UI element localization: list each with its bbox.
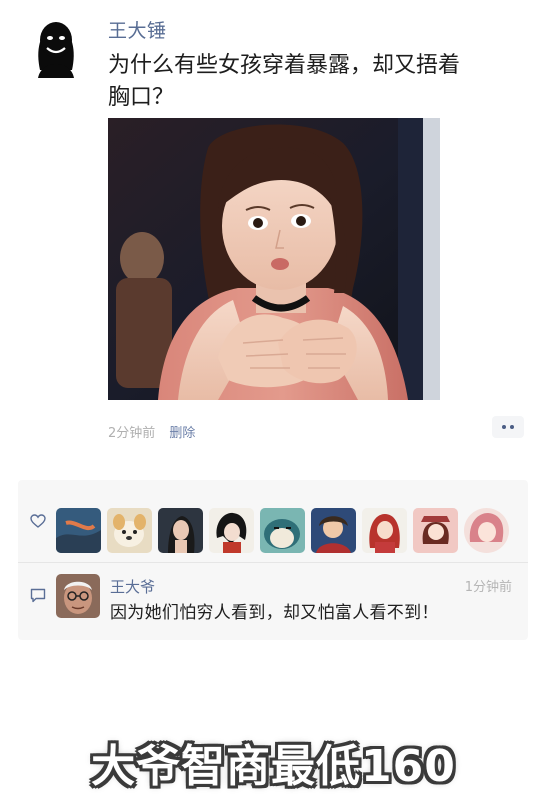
avatar-image	[158, 508, 203, 553]
like-avatar-6[interactable]	[311, 508, 356, 553]
avatar-image	[56, 574, 100, 618]
avatar-image	[362, 508, 407, 553]
like-avatar-5[interactable]	[260, 508, 305, 553]
like-avatar-4[interactable]	[209, 508, 254, 553]
post-time: 2分钟前	[108, 426, 156, 441]
delete-link[interactable]: 删除	[169, 426, 195, 441]
ellipsis-icon	[502, 425, 506, 429]
comment-time: 1分钟前	[464, 580, 512, 595]
post-photo[interactable]	[108, 118, 440, 400]
caption-overlay: 大爷智商最低160	[91, 741, 456, 792]
post-text-line-1: 为什么有些女孩穿着暴露，却又捂着	[108, 53, 461, 78]
divider	[18, 562, 528, 563]
more-actions-button[interactable]	[492, 416, 524, 438]
like-avatar-3[interactable]	[158, 508, 203, 553]
comment-text[interactable]: 因为她们怕穷人看到，却又怕富人看不到！	[110, 598, 439, 623]
interaction-panel: 王大爷 1分钟前 因为她们怕穷人看到，却又怕富人看不到！	[18, 480, 528, 640]
like-avatar-8[interactable]	[413, 508, 458, 553]
heart-icon	[30, 514, 46, 528]
like-avatar-7[interactable]	[362, 508, 407, 553]
avatar-image	[107, 508, 152, 553]
ellipsis-icon	[510, 425, 514, 429]
avatar-image	[56, 508, 101, 553]
avatar-image	[209, 508, 254, 553]
avatar-image	[260, 508, 305, 553]
comment-icon	[30, 588, 46, 603]
like-avatar-9[interactable]	[464, 508, 509, 553]
comment-author-avatar[interactable]	[56, 574, 100, 618]
likes-row	[18, 492, 528, 553]
comment-author[interactable]: 王大爷	[110, 576, 155, 597]
author-avatar[interactable]	[26, 12, 86, 78]
avatar-image	[464, 508, 509, 553]
like-avatar-1[interactable]	[56, 508, 101, 553]
post-text-line-2: 胸口？	[108, 85, 175, 110]
avatar-face-icon	[26, 12, 86, 78]
avatar-image	[413, 508, 458, 553]
like-avatar-2[interactable]	[107, 508, 152, 553]
post-meta: 2分钟前 删除	[108, 422, 195, 441]
photo-image	[108, 118, 440, 400]
post-text: 为什么有些女孩穿着暴露，却又捂着 胸口？	[108, 50, 508, 114]
author-name[interactable]: 王大锤	[108, 16, 167, 43]
avatar-image	[311, 508, 356, 553]
